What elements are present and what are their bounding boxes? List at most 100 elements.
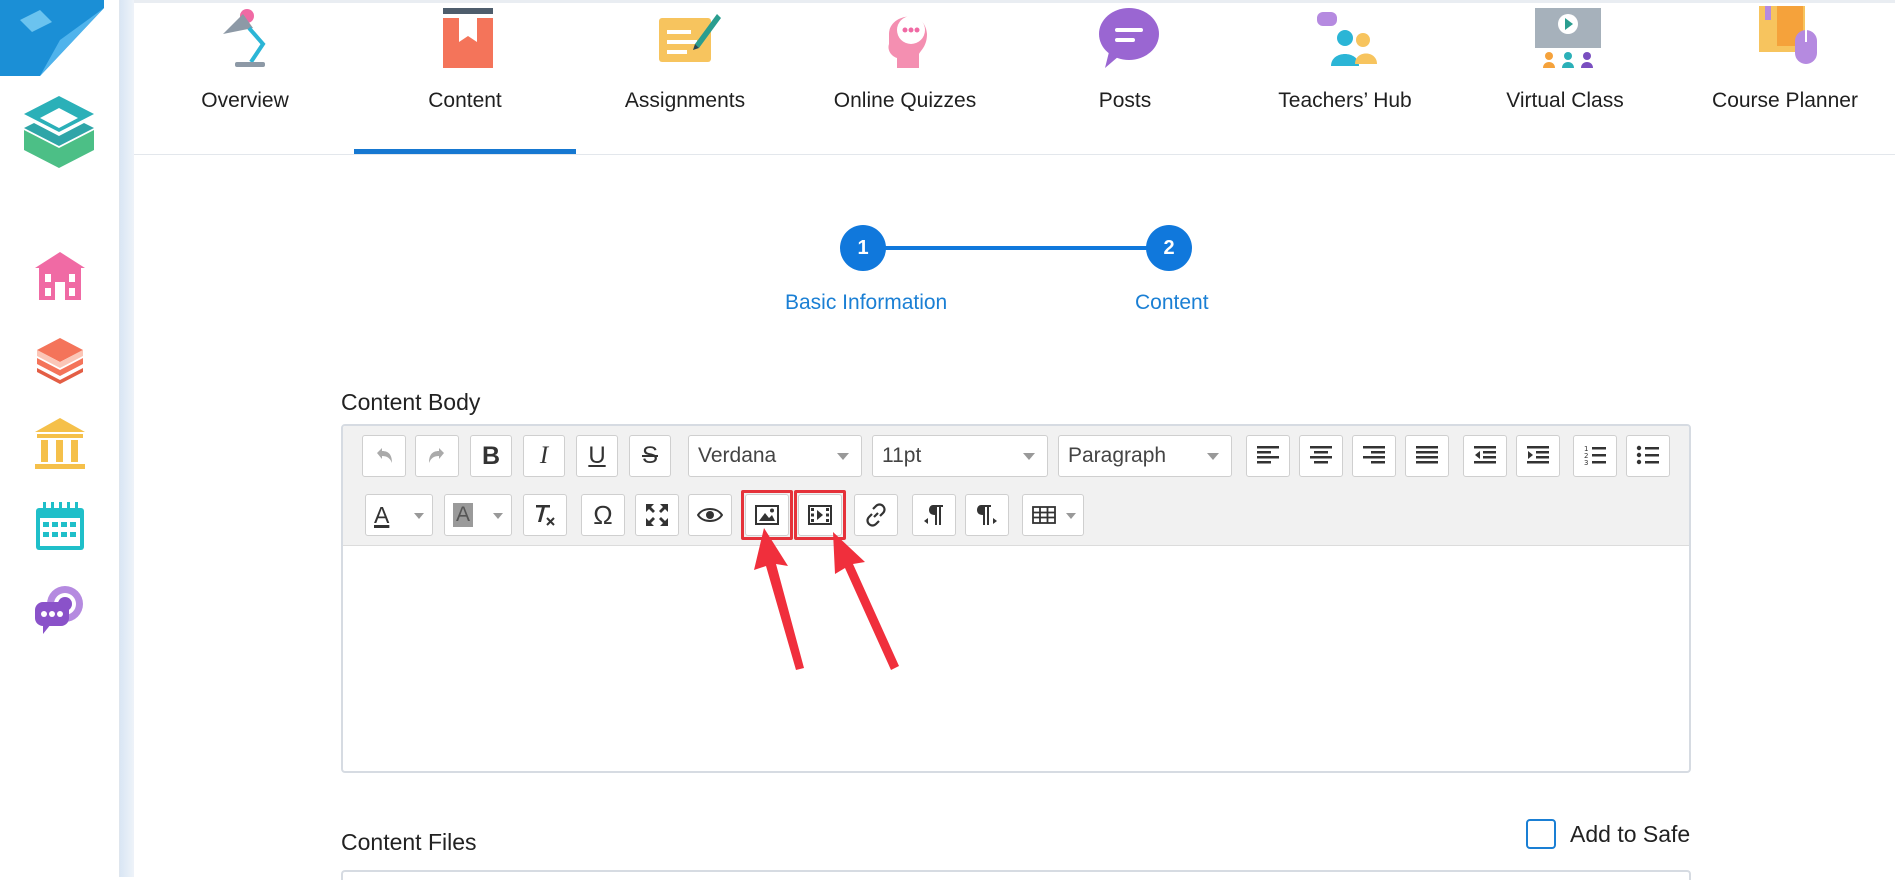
tab-posts[interactable]: Posts <box>1015 0 1235 155</box>
align-right-icon <box>1363 446 1385 464</box>
strikethrough-icon: S <box>641 442 658 469</box>
sidebar <box>0 0 120 877</box>
align-center-icon <box>1310 446 1332 464</box>
app-logo-icon[interactable] <box>14 88 104 178</box>
tab-online-quizzes[interactable]: Online Quizzes <box>795 0 1015 155</box>
text-color-icon: A <box>374 501 390 528</box>
tab-virtual-class[interactable]: Virtual Class <box>1455 0 1675 155</box>
chevron-down-icon <box>837 453 849 460</box>
paragraph-ltr-icon <box>924 505 943 525</box>
align-left-button[interactable] <box>1246 435 1290 477</box>
eye-icon <box>697 508 723 522</box>
content-body-title: Content Body <box>341 389 481 415</box>
clear-formatting-icon <box>536 505 555 526</box>
stepper-connector <box>885 246 1150 250</box>
tab-teachers-hub[interactable]: Teachers’ Hub <box>1235 0 1455 155</box>
books-stack-icon[interactable] <box>33 332 87 386</box>
tab-course-planner[interactable]: Course Planner <box>1675 0 1895 155</box>
omega-icon: Ω <box>593 499 613 530</box>
step-1-label[interactable]: Basic Information <box>785 291 947 315</box>
align-right-button[interactable] <box>1352 435 1396 477</box>
editor-content-area[interactable] <box>343 547 1689 771</box>
fullscreen-button[interactable] <box>635 494 679 536</box>
font-family-value: Verdana <box>698 444 777 467</box>
tab-label: Assignments <box>624 89 746 112</box>
annotation-arrow-icon <box>833 532 899 670</box>
annotation-arrow-icon <box>754 528 804 670</box>
school-icon[interactable] <box>33 250 87 304</box>
strikethrough-button[interactable]: S <box>629 435 671 477</box>
content-files-title: Content Files <box>341 829 477 855</box>
calendar-icon[interactable] <box>33 500 87 554</box>
tab-label: Teachers’ Hub <box>1278 89 1412 112</box>
numbered-list-button[interactable]: 123 <box>1573 435 1617 477</box>
fullscreen-icon <box>646 504 668 526</box>
font-size-value: 11pt <box>882 444 922 467</box>
speech-bubble-icon <box>1099 8 1159 68</box>
corner-page-curl-icon <box>0 0 104 76</box>
italic-icon: I <box>539 442 549 469</box>
link-icon <box>866 503 886 527</box>
tab-overview[interactable]: Overview <box>135 0 355 155</box>
active-tab-indicator <box>354 149 576 154</box>
paragraph-rtl-icon <box>977 505 997 525</box>
institution-icon[interactable] <box>33 416 87 470</box>
numbered-list-icon: 123 <box>1584 445 1606 467</box>
special-character-button[interactable]: Ω <box>581 494 625 536</box>
redo-icon <box>429 448 444 463</box>
background-color-icon: A <box>453 503 474 527</box>
tab-label: Content <box>428 89 502 112</box>
bullet-list-button[interactable] <box>1626 435 1670 477</box>
indent-icon <box>1527 446 1549 464</box>
tab-label: Online Quizzes <box>833 89 977 112</box>
ltr-direction-button[interactable] <box>912 494 956 536</box>
redo-button[interactable] <box>415 435 459 477</box>
presentation-icon <box>1535 8 1601 68</box>
align-justify-icon <box>1416 446 1438 464</box>
clear-formatting-button[interactable] <box>523 494 567 536</box>
sidebar-divider <box>120 0 134 877</box>
step-1-circle[interactable]: 1 <box>840 225 886 271</box>
text-color-button[interactable]: A <box>365 494 433 536</box>
font-family-select[interactable]: Verdana <box>688 435 862 477</box>
rtl-direction-button[interactable] <box>965 494 1009 536</box>
chevron-down-icon <box>414 513 424 519</box>
underline-icon: U <box>588 442 606 469</box>
bold-button[interactable]: B <box>470 435 512 477</box>
bullet-list-icon <box>1636 445 1659 465</box>
step-2-label[interactable]: Content <box>1135 291 1209 315</box>
background-color-button[interactable]: A <box>444 494 512 536</box>
head-chat-icon <box>888 16 927 68</box>
align-justify-button[interactable] <box>1405 435 1449 477</box>
italic-button[interactable]: I <box>523 435 565 477</box>
step-2-circle[interactable]: 2 <box>1146 225 1192 271</box>
undo-icon <box>377 448 392 463</box>
rich-text-editor: B I U S Verdana 11pt Paragraph 1 2 3 A A… <box>341 424 1691 773</box>
align-center-button[interactable] <box>1299 435 1343 477</box>
font-size-select[interactable]: 11pt <box>872 435 1048 477</box>
underline-button[interactable]: U <box>576 435 618 477</box>
align-left-icon <box>1257 446 1279 464</box>
content-files-box <box>341 870 1691 880</box>
outdent-button[interactable] <box>1463 435 1507 477</box>
indent-button[interactable] <box>1516 435 1560 477</box>
undo-button[interactable] <box>362 435 406 477</box>
block-format-select[interactable]: Paragraph <box>1058 435 1232 477</box>
lamp-icon <box>223 9 266 67</box>
preview-button[interactable] <box>688 494 732 536</box>
chat-bubbles-icon[interactable] <box>33 582 87 636</box>
tab-label: Virtual Class <box>1506 89 1624 112</box>
insert-table-button[interactable] <box>1022 494 1084 536</box>
planner-mouse-icon <box>1759 6 1817 64</box>
block-format-value: Paragraph <box>1068 444 1167 467</box>
add-to-safe-checkbox[interactable] <box>1526 819 1556 849</box>
chevron-down-icon <box>493 513 503 519</box>
tab-label: Course Planner <box>1712 89 1858 112</box>
tab-content[interactable]: Content <box>355 0 575 155</box>
people-chat-icon <box>1317 12 1377 66</box>
add-to-safe-label[interactable]: Add to Safe <box>1570 821 1690 848</box>
tab-assignments[interactable]: Assignments <box>575 0 795 155</box>
table-icon <box>1032 506 1056 524</box>
editor-toolbar: B I U S Verdana 11pt Paragraph 1 2 3 A A… <box>343 426 1689 546</box>
tab-label: Posts <box>1098 89 1152 112</box>
